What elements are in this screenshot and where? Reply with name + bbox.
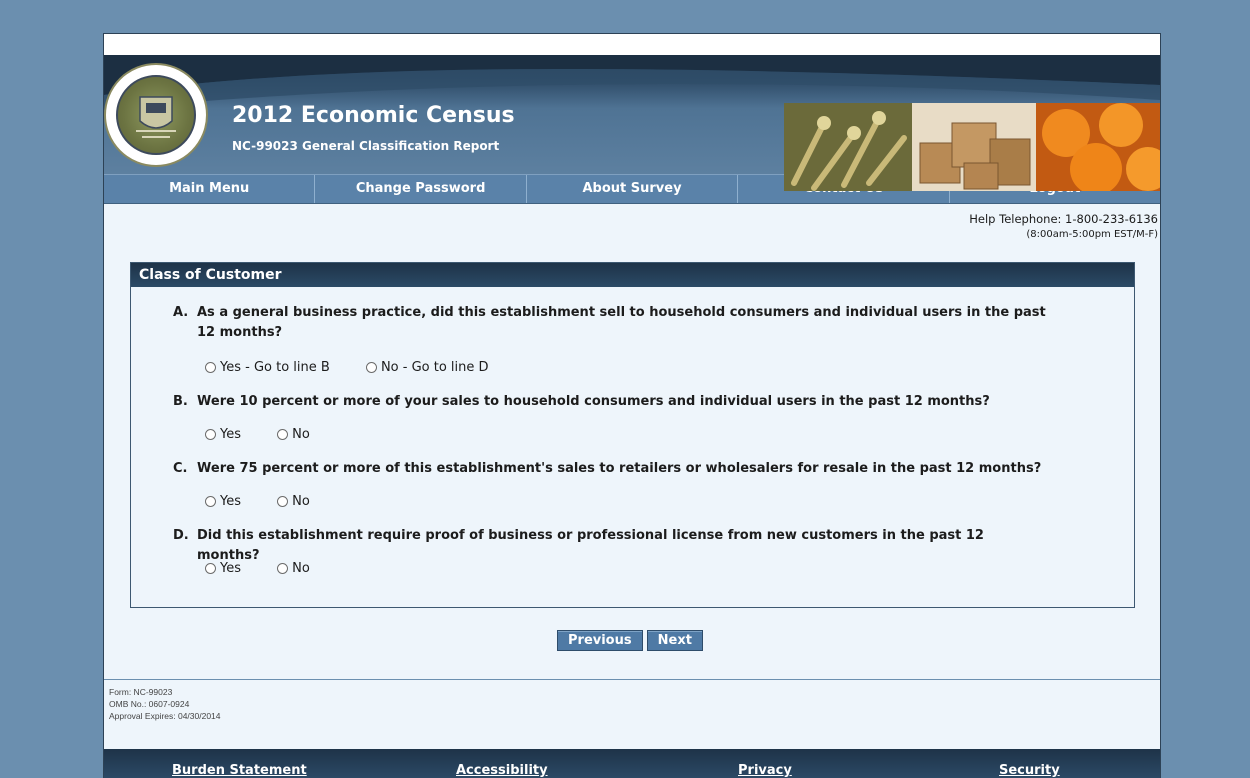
question-letter: D. [173,528,189,543]
radio-button[interactable] [205,362,216,373]
form-buttons: Previous Next [557,630,703,651]
question-c: C. Were 75 percent or more of this establ… [173,459,1053,479]
help-telephone: Help Telephone: 1-800-233-6136 [969,212,1158,226]
class-of-customer-panel: Class of Customer A. As a general busines… [130,262,1135,608]
question-a-options: Yes - Go to line B No - Go to line D [205,360,521,377]
radio-label: Yes - Go to line B [220,360,330,375]
approval-expires: Approval Expires: 04/30/2014 [109,711,221,721]
radio-option-yes[interactable]: Yes - Go to line B [205,360,330,375]
form-info: Form: NC-99023 OMB No.: 0607-0924 Approv… [109,686,221,722]
page-title: 2012 Economic Census [232,103,515,128]
question-b: B. Were 10 percent or more of your sales … [173,392,1053,412]
question-letter: B. [173,394,188,409]
radio-option-no[interactable]: No [277,561,310,576]
header-banner: 2012 Economic Census NC-99023 General Cl… [104,55,1160,191]
boxes-photo-icon [912,103,1036,191]
page-subtitle: NC-99023 General Classification Report [232,139,500,153]
radio-option-yes[interactable]: Yes [205,561,241,576]
form-number: Form: NC-99023 [109,687,173,697]
radio-label: Yes [220,494,241,509]
nav-change-password[interactable]: Change Password [315,175,527,203]
question-c-options: Yes No [205,494,342,511]
top-strip [104,34,1160,55]
help-info: Help Telephone: 1-800-233-6136 (8:00am-5… [104,204,1160,240]
footer-bar: Burden Statement Accessibility Privacy S… [104,749,1160,778]
radio-button[interactable] [205,496,216,507]
radio-option-yes[interactable]: Yes [205,427,241,442]
radio-label: Yes [220,561,241,576]
radio-button[interactable] [277,429,289,440]
question-a: A. As a general business practice, did th… [173,303,1053,343]
footer-link-accessibility[interactable]: Accessibility [456,763,548,778]
footer-link-security[interactable]: Security [999,763,1060,778]
radio-label: No [292,494,310,509]
question-text: Were 10 percent or more of your sales to… [197,394,990,409]
bolts-photo-icon [784,103,912,191]
radio-label: No - Go to line D [380,360,489,375]
footer-link-burden-statement[interactable]: Burden Statement [172,763,307,778]
radio-option-no[interactable]: No - Go to line D [365,360,489,375]
census-seal-logo [104,63,208,167]
question-text: As a general business practice, did this… [197,305,1046,340]
nav-main-menu[interactable]: Main Menu [104,175,316,203]
oranges-photo-icon [1036,103,1160,191]
radio-option-yes[interactable]: Yes [205,494,241,509]
question-d: D. Did this establishment require proof o… [173,526,1053,566]
radio-button[interactable] [277,496,289,507]
radio-label: No [292,427,310,442]
previous-button[interactable]: Previous [557,630,643,651]
radio-label: Yes [220,427,241,442]
radio-option-no[interactable]: No [277,494,310,509]
header-photo-strip [784,103,1160,191]
question-letter: C. [173,461,188,476]
question-text: Were 75 percent or more of this establis… [197,461,1042,476]
next-button[interactable]: Next [646,630,703,651]
radio-option-no[interactable]: No [277,427,310,442]
question-text: Did this establishment require proof of … [197,528,984,563]
radio-label: No [292,561,310,576]
help-hours: (8:00am-5:00pm EST/M-F) [1026,229,1158,240]
footer-divider [104,679,1160,680]
question-d-options: Yes No [205,561,342,578]
omb-number: OMB No.: 0607-0924 [109,699,190,709]
footer-link-privacy[interactable]: Privacy [738,763,792,778]
section-title: Class of Customer [131,263,1134,287]
question-b-options: Yes No [205,427,342,444]
seal-emblem-icon [116,75,196,155]
question-letter: A. [173,305,189,320]
nav-about-survey[interactable]: About Survey [527,175,739,203]
census-page: 2012 Economic Census NC-99023 General Cl… [103,33,1161,778]
radio-button[interactable] [205,429,216,440]
radio-button[interactable] [205,563,216,574]
radio-button[interactable] [277,563,289,574]
radio-button[interactable] [365,362,377,373]
